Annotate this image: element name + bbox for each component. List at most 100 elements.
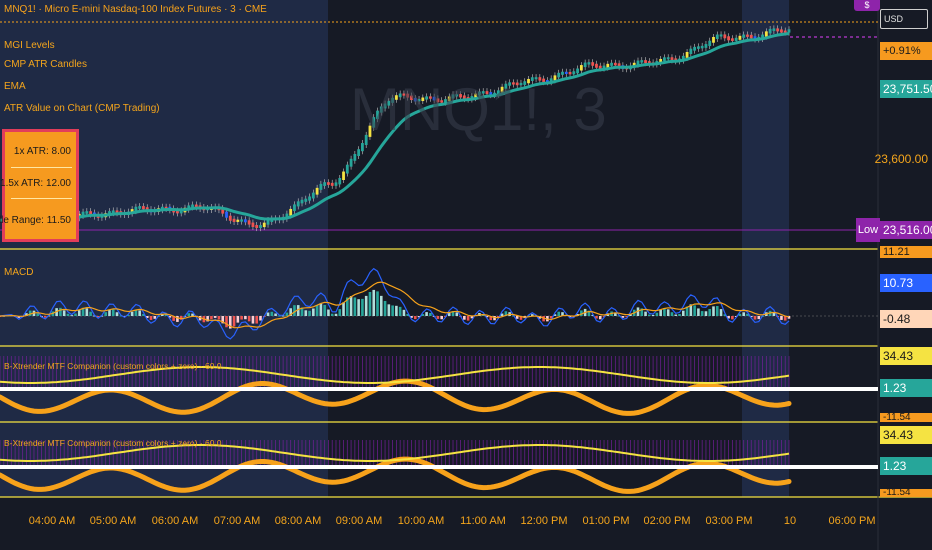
macd-histogram-bar (319, 303, 323, 316)
macd-histogram-bar (255, 316, 259, 324)
currency-selector[interactable]: USD (880, 9, 928, 29)
macd-histogram-bar (85, 308, 89, 316)
indicator-atr-value[interactable]: ATR Value on Chart (CMP Trading) (4, 103, 160, 115)
time-tick: 05:00 AM (89, 515, 137, 527)
macd-histogram-bar (372, 289, 376, 316)
candle-body (232, 218, 236, 222)
macd-hist-tag: -0.48 (880, 310, 932, 328)
btx1-lower-tag: 1.23 (880, 379, 932, 397)
macd-histogram-bar (678, 314, 681, 316)
macd-histogram-bar (312, 308, 315, 316)
macd-histogram-bar (327, 309, 330, 316)
macd-histogram-bar (436, 316, 440, 319)
atr-sep-1 (11, 167, 72, 168)
indicator-mgi-levels[interactable]: MGI Levels (4, 40, 55, 52)
candle-body (579, 65, 583, 71)
macd-histogram-bar (59, 307, 62, 316)
candle-body (304, 198, 308, 202)
macd-histogram-bar (357, 299, 360, 316)
macd-histogram-bar (293, 305, 296, 316)
macd-histogram-bar (697, 308, 700, 316)
macd-histogram-bar (111, 309, 115, 316)
macd-histogram-bar (104, 312, 108, 316)
macd-histogram-bar (666, 309, 670, 316)
macd-histogram-bar (455, 312, 459, 316)
macd-histogram-bar (644, 311, 647, 316)
btx2-lower-tag: 1.23 (880, 457, 932, 475)
trading-chart[interactable]: MNQ1! · Micro E-mini Nasdaq-100 Index Fu… (0, 0, 932, 550)
macd-histogram-bar (115, 312, 119, 316)
macd-histogram-bar (323, 304, 326, 316)
candle-body (240, 219, 244, 222)
candle-body (334, 182, 338, 186)
currency-tag[interactable]: $ (854, 0, 880, 11)
macd-label[interactable]: MACD (4, 267, 33, 279)
macd-histogram-bar (402, 309, 406, 316)
low-label-badge: Low (856, 218, 880, 242)
candle-body (610, 62, 613, 66)
macd-histogram-bar (232, 316, 236, 327)
btx2-label[interactable]: B-Xtrender MTF Companion (custom colors … (4, 437, 222, 449)
macd-histogram-bar (651, 314, 655, 316)
macd-histogram-bar (379, 295, 383, 316)
candle-body (349, 158, 353, 167)
last-price-tag: 23,751.50 (880, 80, 932, 98)
candle-body (572, 71, 576, 75)
symbol-title[interactable]: MNQ1! · Micro E-mini Nasdaq-100 Index Fu… (4, 4, 267, 15)
macd-histogram-bar (66, 313, 70, 316)
indicator-ema[interactable]: EMA (4, 81, 26, 93)
macd-histogram-bar (670, 312, 674, 316)
macd-histogram-bar (429, 312, 432, 316)
macd-histogram-bar (598, 316, 602, 320)
macd-histogram-bar (753, 316, 757, 320)
macd-histogram-bar (236, 316, 240, 323)
candle-body (712, 36, 715, 43)
macd-histogram-bar (731, 316, 734, 320)
time-tick: 10:00 AM (397, 515, 445, 527)
time-tick: 03:00 PM (705, 515, 753, 527)
time-tick: 09:00 AM (335, 515, 383, 527)
candle-body (708, 40, 712, 47)
macd-histogram-bar (557, 311, 561, 316)
candle-body (689, 48, 693, 55)
macd-histogram-bar (62, 310, 66, 316)
macd-histogram-bar (210, 316, 213, 320)
candle-body (327, 182, 330, 185)
macd-histogram-bar (89, 311, 92, 316)
atr-1-5x: 1.5x ATR: 12.00 (0, 178, 71, 189)
indicator-atr-candles[interactable]: CMP ATR Candles (4, 59, 87, 71)
candle-body (259, 225, 262, 229)
candle-body (308, 196, 311, 201)
macd-histogram-bar (353, 297, 357, 316)
candle-body (296, 201, 300, 207)
candle-body (787, 29, 791, 33)
candle-body (685, 52, 689, 58)
candle-body (262, 222, 266, 228)
macd-histogram-bar (138, 310, 141, 316)
btx1-label[interactable]: B-Xtrender MTF Companion (custom colors … (4, 360, 222, 372)
candle-body (289, 208, 293, 216)
candle-body (225, 211, 228, 218)
time-tick: 07:00 AM (213, 515, 261, 527)
candle-body (255, 224, 259, 229)
macd-histogram-bar (719, 309, 723, 316)
macd-histogram-bar (655, 312, 659, 316)
macd-histogram-bar (648, 314, 651, 316)
macd-histogram-bar (251, 316, 255, 324)
candle-body (319, 183, 323, 190)
macd-histogram-bar (334, 313, 338, 316)
macd-histogram-bar (772, 312, 776, 316)
macd-histogram-bar (440, 316, 443, 320)
candle-body (780, 29, 783, 33)
macd-histogram-bar (149, 316, 153, 320)
macd-histogram-bar (274, 313, 277, 316)
candle-body (293, 204, 296, 211)
candle-body (746, 34, 749, 37)
macd-histogram-bar (213, 316, 217, 318)
macd-histogram-bar (74, 313, 77, 316)
macd-histogram-bar (700, 311, 704, 316)
candle-body (338, 178, 342, 185)
candle-body (342, 171, 345, 181)
candle-body (353, 153, 357, 161)
macd-histogram-bar (704, 311, 708, 316)
